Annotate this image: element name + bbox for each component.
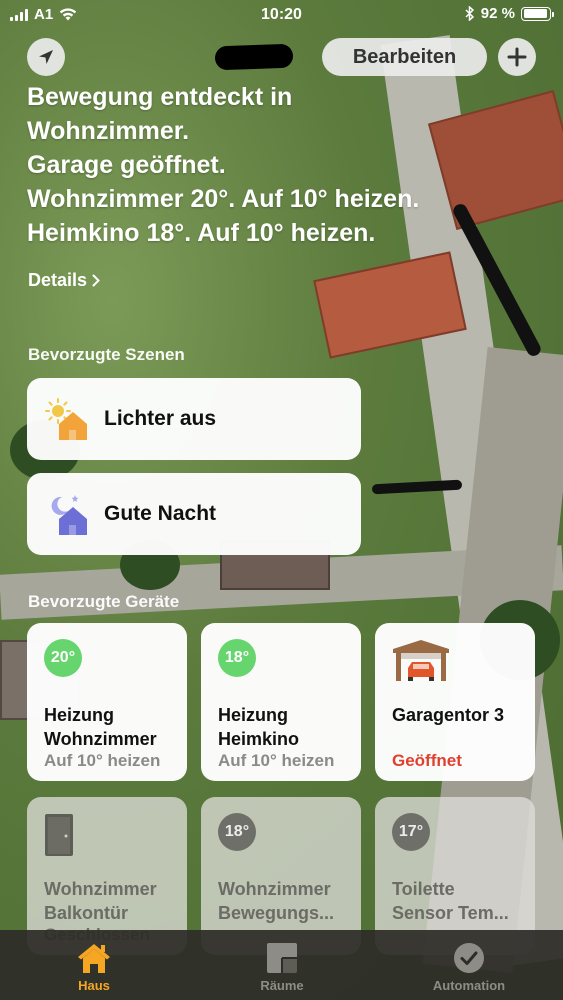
battery-icon: [521, 6, 554, 21]
location-button[interactable]: [27, 38, 65, 76]
details-link[interactable]: Details: [28, 270, 100, 291]
summary-line: Wohnzimmer 20°. Auf 10° heizen.: [27, 185, 420, 213]
accessory-name: Toilette Sensor Tem...: [392, 877, 532, 925]
accessory-name-line: Heizung: [44, 705, 114, 725]
temperature-badge: 20°: [44, 639, 82, 677]
accessory-name-line: Wohnzimmer: [44, 729, 157, 749]
accessory-tile-heizung-wohnzimmer[interactable]: 20° Heizung Wohnzimmer Auf 10° heizen: [27, 623, 187, 781]
accessory-name-line: Toilette: [392, 879, 455, 899]
accessory-name: Heizung Heimkino: [218, 703, 358, 751]
summary-line: Wohnzimmer.: [27, 117, 190, 145]
tab-label: Automation: [432, 978, 506, 993]
tab-raeume[interactable]: Räume: [188, 930, 376, 1000]
moon-house-icon: [51, 495, 87, 535]
tab-automation[interactable]: Automation: [375, 930, 563, 1000]
scene-label: Gute Nacht: [104, 502, 217, 525]
scene-lichter-aus[interactable]: Lichter aus: [27, 378, 361, 460]
temperature-badge: 18°: [218, 813, 256, 851]
house-icon: [78, 944, 110, 973]
edit-button[interactable]: Bearbeiten: [322, 38, 487, 76]
plus-icon: [507, 47, 527, 67]
details-label: Details: [28, 270, 88, 290]
sun-house-icon: [45, 398, 87, 440]
temperature-badge: 17°: [392, 813, 430, 851]
accessory-name-line: Heimkino: [218, 729, 300, 749]
accessory-name-line: Wohnzimmer: [218, 879, 331, 899]
location-arrow-icon: [39, 50, 53, 64]
home-name-redacted: [214, 43, 294, 71]
door-icon: [45, 814, 73, 856]
accessory-tile-heizung-heimkino[interactable]: 18° Heizung Heimkino Auf 10° heizen: [201, 623, 361, 781]
summary-line: Heimkino 18°. Auf 10° heizen.: [27, 219, 376, 247]
accessory-name-line: Heizung: [218, 705, 288, 725]
bluetooth-icon: [465, 6, 474, 21]
summary-line: Bewegung entdeckt in: [27, 83, 293, 111]
rooms-icon: [267, 943, 297, 973]
status-bar: A1 10:20 92 %: [0, 0, 563, 30]
summary-line: Garage geöffnet.: [27, 151, 226, 179]
battery-percent: 92 %: [480, 5, 515, 22]
clock-check-icon: [454, 943, 484, 973]
accessory-name: Heizung Wohnzimmer: [44, 703, 184, 751]
accessory-name-line: Bewegungs...: [218, 903, 335, 923]
temperature-badge: 18°: [218, 639, 256, 677]
tab-bar: Haus Räume Automation: [0, 930, 563, 1000]
accessory-name-line: Garagentor 3: [392, 705, 505, 725]
add-button[interactable]: [498, 38, 536, 76]
chevron-right-icon: [92, 274, 100, 287]
scenes-section-title: Bevorzugte Szenen: [28, 345, 185, 364]
accessory-name-line: Sensor Tem...: [392, 903, 509, 923]
home-status-summary: Bewegung entdeckt in Wohnzimmer. Garage …: [27, 80, 547, 250]
accessory-status: Auf 10° heizen: [218, 751, 335, 770]
scene-label: Lichter aus: [104, 407, 217, 430]
accessory-name-line: Wohnzimmer: [44, 879, 157, 899]
accessory-status: Geöffnet: [392, 751, 462, 770]
accessory-name: Wohnzimmer Balkontür: [44, 877, 184, 925]
accessory-name: Wohnzimmer Bewegungs...: [218, 877, 358, 925]
accessory-name: Garagentor 3: [392, 703, 532, 727]
garage-icon: [393, 640, 449, 681]
scene-gute-nacht[interactable]: Gute Nacht: [27, 473, 361, 555]
tab-label: Räume: [260, 978, 304, 993]
accessory-status: Auf 10° heizen: [44, 751, 161, 770]
accessory-tile-garagentor[interactable]: Garagentor 3 Geöffnet: [375, 623, 535, 781]
tab-haus[interactable]: Haus: [0, 930, 188, 1000]
accessory-name-line: Balkontür: [44, 903, 129, 923]
tab-label: Haus: [78, 978, 110, 993]
accessories-section-title: Bevorzugte Geräte: [28, 592, 180, 611]
